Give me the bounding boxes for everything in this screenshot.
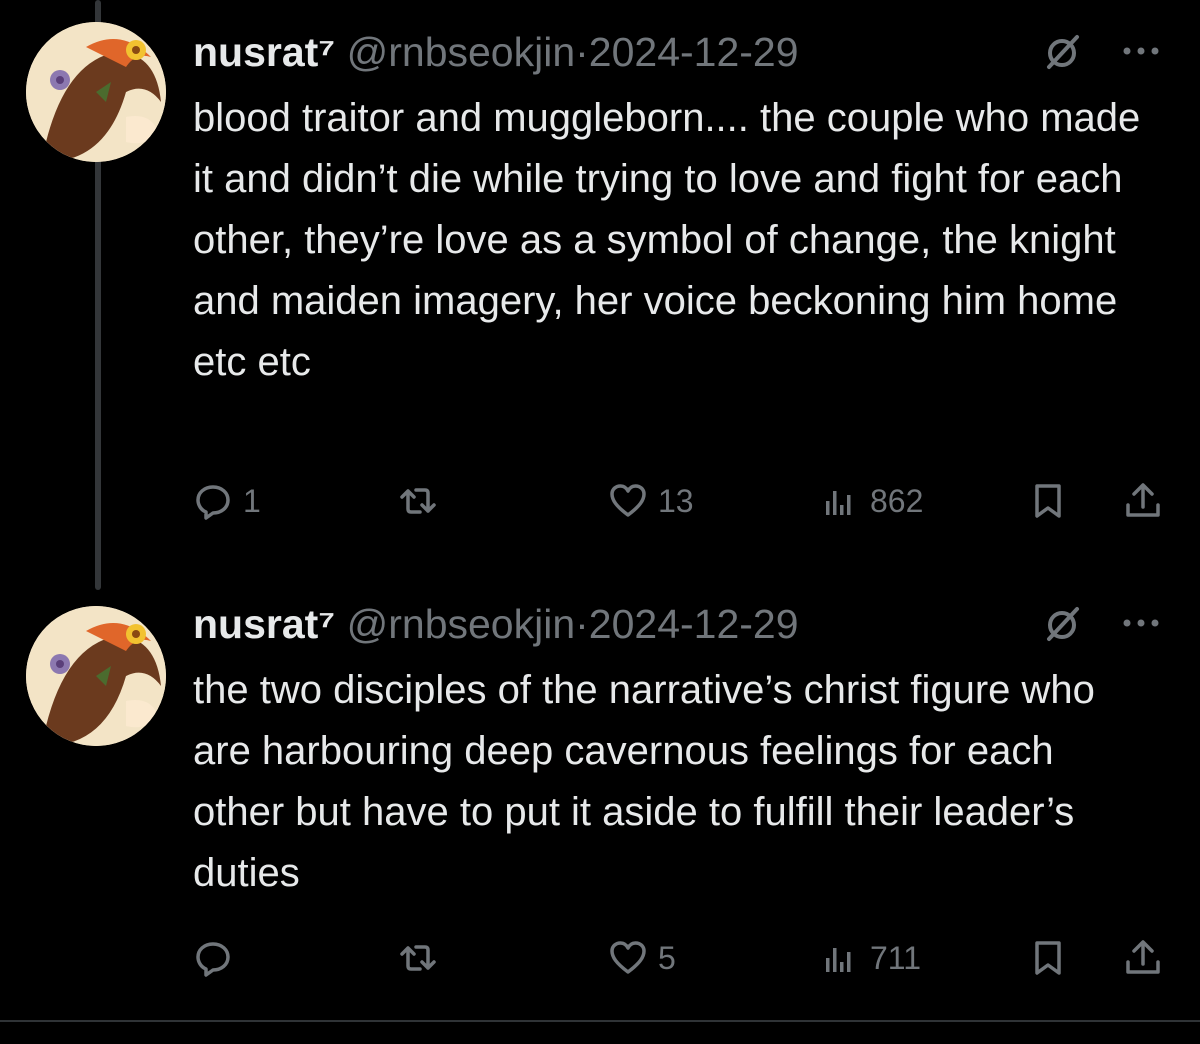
reply-button[interactable]: [193, 932, 243, 984]
mute-icon[interactable]: [1041, 604, 1083, 646]
like-count: 5: [658, 939, 676, 976]
bookmark-icon: [1035, 484, 1061, 518]
retweet-icon: [400, 945, 436, 971]
like-button[interactable]: 5: [608, 932, 676, 984]
avatar[interactable]: [26, 22, 166, 162]
avatar[interactable]: [26, 606, 166, 746]
reply-count: 1: [243, 482, 261, 519]
reply-icon: [196, 485, 230, 520]
display-name[interactable]: nusrat⁷: [193, 601, 335, 647]
user-handle[interactable]: @rnbseokjin: [347, 601, 576, 647]
like-icon: [610, 941, 646, 974]
views-button[interactable]: 711: [820, 932, 921, 984]
bottom-divider: [0, 1020, 1200, 1022]
bookmark-button[interactable]: [1028, 475, 1068, 527]
views-icon: [826, 491, 851, 515]
share-icon: [1126, 940, 1160, 974]
retweet-button[interactable]: [398, 932, 448, 984]
tweet-header: nusrat⁷ @rnbseokjin·2024-12-29: [193, 26, 1160, 78]
mute-icon[interactable]: [1041, 32, 1083, 74]
tweet-header: nusrat⁷ @rnbseokjin·2024-12-29: [193, 598, 1160, 650]
separator-dot: ·: [575, 601, 589, 647]
views-button[interactable]: 862: [820, 475, 923, 527]
bookmark-button[interactable]: [1028, 932, 1068, 984]
reply-icon: [196, 942, 230, 977]
like-button[interactable]: 13: [608, 475, 694, 527]
views-count: 711: [870, 939, 922, 976]
tweet-date[interactable]: 2024-12-29: [589, 29, 799, 75]
share-button[interactable]: [1123, 475, 1163, 527]
views-icon: [826, 948, 851, 972]
user-handle[interactable]: @rnbseokjin: [347, 29, 576, 75]
more-icon[interactable]: [1119, 36, 1163, 66]
share-icon: [1126, 483, 1160, 517]
reply-button[interactable]: 1: [193, 475, 261, 527]
tweet[interactable]: nusrat⁷ @rnbseokjin·2024-12-29 the two d…: [0, 588, 1200, 1018]
share-button[interactable]: [1123, 932, 1163, 984]
like-icon: [610, 484, 646, 517]
retweet-button[interactable]: [398, 475, 448, 527]
tweet-actions: 1 13 862: [193, 475, 1173, 527]
tweet-text: the two disciples of the narrative’s chr…: [193, 668, 1095, 895]
separator-dot: ·: [575, 29, 589, 75]
like-count: 13: [658, 482, 694, 519]
tweet-actions: 5 711: [193, 932, 1173, 984]
tweet-date[interactable]: 2024-12-29: [589, 601, 799, 647]
bookmark-icon: [1035, 941, 1061, 975]
display-name[interactable]: nusrat⁷: [193, 29, 335, 75]
views-count: 862: [870, 482, 924, 519]
tweet[interactable]: nusrat⁷ @rnbseokjin·2024-12-29 blood tra…: [0, 0, 1200, 560]
more-icon[interactable]: [1119, 608, 1163, 638]
tweet-text: blood traitor and muggleborn.... the cou…: [193, 96, 1141, 384]
retweet-icon: [400, 488, 436, 514]
